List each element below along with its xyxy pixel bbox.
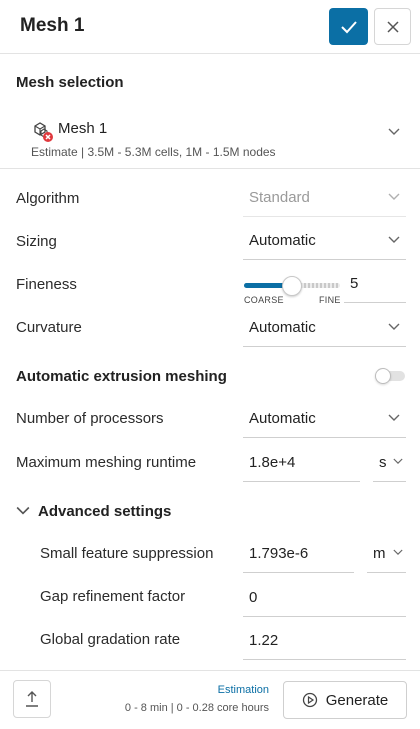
fineness-value: 5 <box>350 275 359 292</box>
mesh-error-icon <box>34 122 53 142</box>
mesh-name: Mesh 1 <box>58 120 108 137</box>
curvature-label: Curvature <box>16 319 82 336</box>
panel-title: Mesh 1 <box>20 15 85 36</box>
processors-select[interactable]: Automatic <box>243 402 406 438</box>
gradation-label: Global gradation rate <box>40 631 181 648</box>
advanced-settings-title: Advanced settings <box>38 502 172 520</box>
chevron-down-icon <box>393 458 403 464</box>
extrusion-label: Automatic extrusion meshing <box>16 368 227 385</box>
curvature-value: Automatic <box>249 319 316 336</box>
runtime-unit-select[interactable]: s <box>373 446 406 482</box>
fineness-label: Fineness <box>16 276 77 293</box>
close-icon <box>386 20 399 33</box>
extrusion-toggle[interactable] <box>375 368 405 384</box>
fineness-min-label: COARSE <box>244 295 284 305</box>
confirm-button[interactable] <box>329 8 368 45</box>
fineness-max-label: FINE <box>319 295 341 305</box>
sizing-label: Sizing <box>16 233 57 250</box>
small-feature-unit-select[interactable]: m <box>367 537 406 573</box>
mesh-selection-title: Mesh selection <box>16 74 124 91</box>
fineness-input[interactable]: 5 <box>344 267 406 303</box>
close-button[interactable] <box>374 8 411 45</box>
panel-header: Mesh 1 <box>0 0 420 54</box>
generate-label: Generate <box>325 691 389 709</box>
estimation-time: 0 - 8 min | 0 - 0.28 core hours <box>124 702 269 714</box>
runtime-input[interactable]: 1.8e+4 <box>243 446 360 482</box>
gap-refinement-value: 0 <box>249 589 258 606</box>
gradation-input[interactable]: 1.22 <box>243 624 406 660</box>
mesh-estimate: Estimate | 3.5M - 5.3M cells, 1M - 1.5M … <box>31 145 276 159</box>
small-feature-unit: m <box>373 545 386 562</box>
fineness-slider-thumb[interactable] <box>282 276 302 296</box>
gradation-value: 1.22 <box>249 632 279 649</box>
panel-footer: Estimation 0 - 8 min | 0 - 0.28 core hou… <box>0 670 420 729</box>
runtime-label: Maximum meshing runtime <box>16 454 197 471</box>
mesh-selector[interactable]: Mesh 1 Estimate | 3.5M - 5.3M cells, 1M … <box>0 108 420 169</box>
gap-refinement-label: Gap refinement factor <box>40 588 186 605</box>
gap-refinement-input[interactable]: 0 <box>243 581 406 617</box>
check-icon <box>340 20 357 33</box>
estimation-link[interactable]: Estimation <box>218 684 269 696</box>
sizing-select[interactable]: Automatic <box>243 224 406 260</box>
small-feature-value: 1.793e-6 <box>249 545 309 562</box>
algorithm-value: Standard <box>249 189 310 206</box>
chevron-down-icon <box>16 506 30 515</box>
algorithm-select: Standard <box>243 181 406 217</box>
chevron-down-icon <box>393 549 403 555</box>
generate-button[interactable]: Generate <box>283 681 407 719</box>
algorithm-label: Algorithm <box>16 190 80 207</box>
processors-value: Automatic <box>249 410 316 427</box>
upload-icon <box>26 691 38 707</box>
toggle-knob <box>375 368 391 384</box>
runtime-value: 1.8e+4 <box>249 454 296 471</box>
chevron-down-icon <box>388 236 400 243</box>
upload-button[interactable] <box>13 680 51 718</box>
chevron-down-icon <box>388 323 400 330</box>
chevron-down-icon <box>388 414 400 421</box>
curvature-select[interactable]: Automatic <box>243 311 406 347</box>
chevron-down-icon <box>388 193 400 200</box>
small-feature-label: Small feature suppression <box>40 545 214 562</box>
runtime-unit: s <box>379 454 387 471</box>
play-circle-icon <box>302 692 317 708</box>
advanced-settings-toggle[interactable]: Advanced settings <box>16 500 171 522</box>
processors-label: Number of processors <box>16 410 164 427</box>
sizing-value: Automatic <box>249 232 316 249</box>
small-feature-input[interactable]: 1.793e-6 <box>243 537 354 573</box>
chevron-down-icon <box>388 128 400 135</box>
